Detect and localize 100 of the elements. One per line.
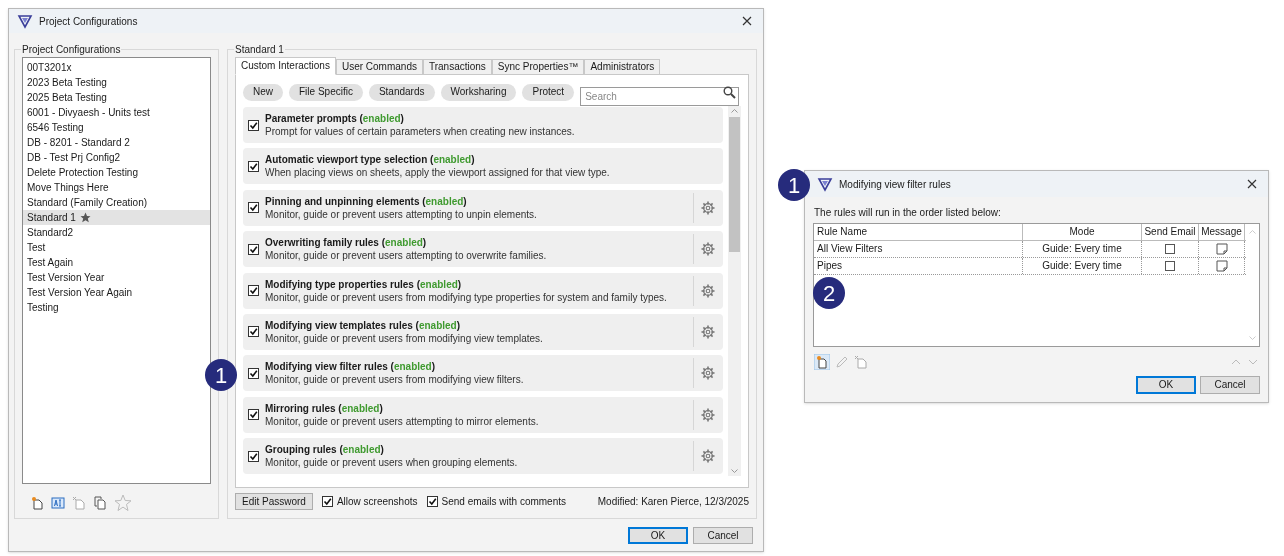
group-title: Project Configurations bbox=[21, 43, 122, 57]
list-item[interactable]: Test Version Year bbox=[23, 270, 210, 285]
dialog-button[interactable]: Cancel bbox=[693, 527, 753, 544]
filter-button[interactable]: Standards bbox=[368, 83, 435, 101]
table-cell: Guide: Every time bbox=[1023, 241, 1142, 257]
rule-title: Modifying view filter rules (enabled) bbox=[265, 360, 437, 374]
gear-icon[interactable] bbox=[701, 324, 715, 339]
callout-badge: 1 bbox=[778, 169, 810, 201]
column-header: Send Email bbox=[1142, 224, 1199, 240]
rule-description: Monitor, guide or prevent users attempting to unpin elements. bbox=[265, 207, 538, 221]
column-header: Rule Name bbox=[814, 224, 1023, 240]
star-icon[interactable] bbox=[114, 494, 132, 512]
note-icon[interactable] bbox=[1215, 260, 1228, 272]
list-item[interactable]: Delete Protection Testing bbox=[23, 165, 210, 180]
close-icon[interactable] bbox=[1246, 178, 1258, 190]
rule-title: Modifying view templates rules (enabled) bbox=[265, 318, 462, 332]
checkbox[interactable] bbox=[248, 367, 259, 379]
list-item[interactable]: 6001 - Divyaesh - Units test bbox=[23, 105, 210, 120]
rule-description: Monitor, guide or prevent users from modifying type properties for system and family types. bbox=[265, 290, 668, 304]
rule-description: Monitor, guide or prevent users from modifying view templates. bbox=[265, 331, 544, 345]
gear-icon[interactable] bbox=[701, 283, 715, 298]
filter-button[interactable]: Protect bbox=[522, 83, 575, 101]
checkbox[interactable] bbox=[248, 409, 259, 421]
list-item[interactable]: DB - Test Prj Config2 bbox=[23, 150, 210, 165]
tab[interactable]: Sync Properties™ bbox=[491, 59, 585, 75]
modified-text: Modified: Karen Pierce, 12/3/2025 bbox=[597, 495, 749, 509]
delete-file-icon[interactable] bbox=[72, 496, 86, 510]
rule-description: Monitor, guide or prevent users from modifying view filters. bbox=[265, 373, 525, 387]
search-field[interactable]: Search bbox=[580, 86, 739, 106]
close-icon[interactable] bbox=[741, 15, 753, 27]
dialog-button[interactable]: OK bbox=[628, 527, 688, 544]
filter-button[interactable]: Worksharing bbox=[440, 83, 517, 101]
list-item[interactable]: 2025 Beta Testing bbox=[23, 90, 210, 105]
checkbox[interactable] bbox=[248, 450, 259, 462]
list-item[interactable]: 6546 Testing bbox=[23, 120, 210, 135]
search-icon[interactable] bbox=[723, 85, 736, 99]
filter-button[interactable]: New bbox=[243, 83, 283, 101]
gear-icon[interactable] bbox=[701, 242, 715, 257]
add-rule-icon[interactable] bbox=[814, 354, 830, 370]
rename-icon[interactable] bbox=[51, 497, 65, 509]
checkbox[interactable] bbox=[248, 119, 259, 131]
app-logo-icon bbox=[17, 13, 33, 29]
list-item[interactable]: DB - 8201 - Standard 2 bbox=[23, 135, 210, 150]
checkbox-label: Send emails with comments bbox=[441, 495, 566, 509]
copy-icon[interactable] bbox=[93, 496, 107, 510]
rule-title: Grouping rules (enabled) bbox=[265, 443, 385, 457]
delete-file-icon[interactable] bbox=[854, 355, 868, 369]
dialog-button[interactable]: OK bbox=[1136, 376, 1196, 394]
checkbox[interactable] bbox=[248, 160, 259, 172]
table-cell: All View Filters bbox=[814, 241, 1023, 257]
rule-title: Modifying type properties rules (enabled) bbox=[265, 277, 463, 291]
tab[interactable]: Transactions bbox=[422, 59, 492, 75]
gear-icon[interactable] bbox=[701, 449, 715, 464]
rule-title: Overwriting family rules (enabled) bbox=[265, 236, 428, 250]
note-icon[interactable] bbox=[1215, 243, 1228, 255]
list-item[interactable]: Test Version Year Again bbox=[23, 285, 210, 300]
table-cell: Guide: Every time bbox=[1023, 258, 1142, 274]
checkbox[interactable] bbox=[248, 243, 259, 255]
rule-title: Parameter prompts (enabled) bbox=[265, 112, 405, 125]
list-item[interactable]: 00T3201x bbox=[23, 60, 210, 75]
instruction-text: The rules will run in the order listed below: bbox=[813, 206, 1002, 220]
list-item[interactable]: Test bbox=[23, 240, 210, 255]
checkbox[interactable] bbox=[426, 496, 438, 507]
rule-description: Monitor, guide or prevent users attempting to overwrite families. bbox=[265, 249, 548, 263]
checkbox[interactable] bbox=[1165, 244, 1175, 254]
new-file-icon[interactable] bbox=[30, 496, 44, 510]
gear-icon[interactable] bbox=[701, 366, 715, 381]
list-item[interactable]: Move Things Here bbox=[23, 180, 210, 195]
rule-title: Mirroring rules (enabled) bbox=[265, 401, 384, 415]
checkbox[interactable] bbox=[321, 496, 333, 507]
scrollbar[interactable] bbox=[728, 106, 741, 476]
rule-description: Monitor, guide or prevent users when grouping elements. bbox=[265, 456, 519, 470]
rule-title: Pinning and unpinning elements (enabled) bbox=[265, 194, 468, 208]
list-item[interactable]: 2023 Beta Testing bbox=[23, 75, 210, 90]
scroll-down-icon[interactable] bbox=[730, 466, 739, 476]
rule-description: Prompt for values of certain parameters when creating new instances. bbox=[265, 125, 576, 138]
list-item[interactable]: Standard2 bbox=[23, 225, 210, 240]
tab[interactable]: Administrators bbox=[584, 59, 661, 75]
column-header: Mode bbox=[1023, 224, 1142, 240]
gear-icon[interactable] bbox=[701, 200, 715, 215]
tab[interactable]: Custom Interactions bbox=[235, 57, 336, 75]
list-item[interactable]: Test Again bbox=[23, 255, 210, 270]
group-title: Standard 1 bbox=[234, 43, 285, 57]
gear-icon[interactable] bbox=[701, 407, 715, 422]
list-item[interactable]: Testing bbox=[23, 300, 210, 315]
filter-button[interactable]: File Specific bbox=[289, 83, 363, 101]
checkbox[interactable] bbox=[248, 326, 259, 338]
app-logo-icon bbox=[817, 176, 833, 192]
list-item[interactable]: Standard 1 bbox=[23, 210, 210, 225]
list-item[interactable]: Standard (Family Creation) bbox=[23, 195, 210, 210]
checkbox[interactable] bbox=[248, 202, 259, 214]
window-title: Project Configurations bbox=[39, 14, 139, 29]
window-title: Modifying view filter rules bbox=[839, 177, 952, 192]
checkbox[interactable] bbox=[1165, 261, 1175, 271]
tab[interactable]: User Commands bbox=[335, 59, 423, 75]
table-cell: Pipes bbox=[814, 258, 1023, 274]
dialog-button[interactable]: Cancel bbox=[1200, 376, 1260, 394]
checkbox[interactable] bbox=[248, 285, 259, 297]
rule-description: When placing views on sheets, apply the viewport assigned for that view type. bbox=[265, 166, 611, 180]
edit-password-button[interactable]: Edit Password bbox=[235, 493, 313, 510]
